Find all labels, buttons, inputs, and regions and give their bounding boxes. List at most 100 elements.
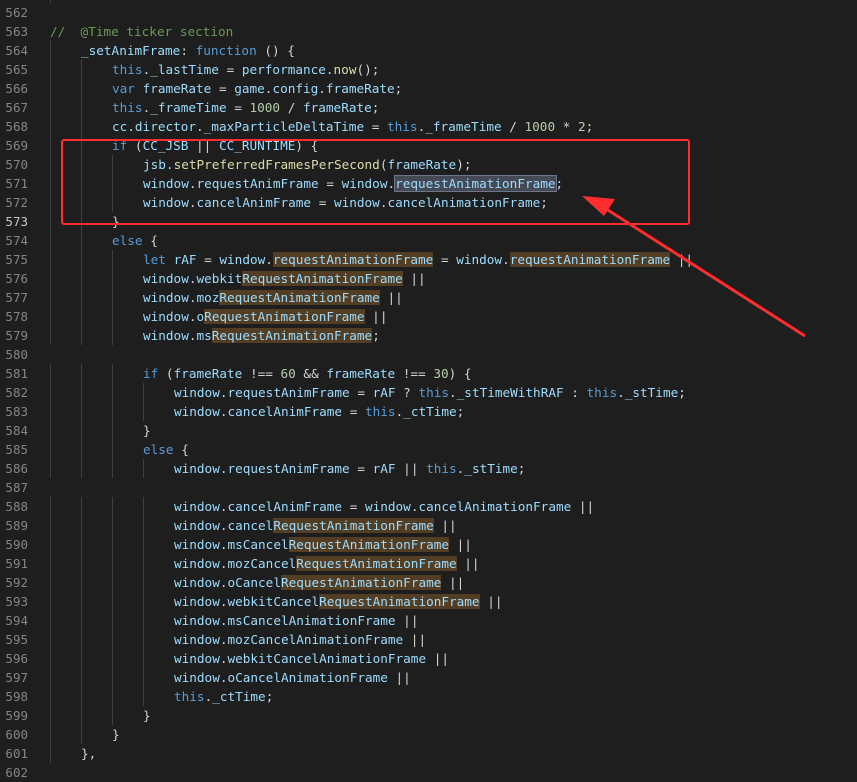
line-number: 578	[5, 309, 28, 324]
code-token: window	[174, 404, 220, 419]
line-number: 599	[5, 708, 28, 723]
code-token: window	[174, 461, 220, 476]
code-line[interactable]: 602	[0, 763, 857, 782]
code-line[interactable]: 590 window.msCancelRequestAnimationFrame …	[0, 535, 857, 554]
code-token: frameRate	[142, 81, 212, 96]
code-line[interactable]: 598 this._ctTime;	[0, 687, 857, 706]
code-token: rAF	[372, 461, 396, 476]
indent-guide	[50, 136, 51, 155]
code-token: 30	[433, 366, 449, 381]
code-line[interactable]: 600}	[0, 725, 857, 744]
code-line[interactable]: 601},	[0, 744, 857, 763]
code-token: !==	[395, 366, 434, 381]
indent-guide	[50, 535, 51, 554]
indent-guide	[50, 269, 51, 288]
code-token: window	[143, 328, 189, 343]
code-token: ||	[449, 537, 472, 552]
code-token: frameRate	[326, 366, 396, 381]
code-token: },	[81, 746, 97, 761]
code-line[interactable]: 578 window.oRequestAnimationFrame ||	[0, 307, 857, 326]
code-line[interactable]: 567 this._frameTime = 1000 / frameRate;	[0, 98, 857, 117]
code-line[interactable]: 580	[0, 345, 857, 364]
code-token: .	[196, 119, 204, 134]
code-token: this	[426, 461, 457, 476]
code-line[interactable]: 579 window.msRequestAnimationFrame;	[0, 326, 857, 345]
code-text: let rAF = window.requestAnimationFrame =…	[143, 250, 693, 269]
code-token: webkitCancel	[227, 594, 320, 609]
code-line[interactable]: 577 window.mozRequestAnimationFrame ||	[0, 288, 857, 307]
code-token: RequestAnimationFrame	[288, 537, 450, 552]
code-line[interactable]: 593 window.webkitCancelRequestAnimationFr…	[0, 592, 857, 611]
line-number: 595	[5, 632, 28, 647]
code-line[interactable]: 597 window.oCancelAnimationFrame ||	[0, 668, 857, 687]
line-number: 590	[5, 537, 28, 552]
code-line[interactable]: 581 if (frameRate !== 60 && frameRate !==…	[0, 364, 857, 383]
code-token: !==	[242, 366, 281, 381]
code-line[interactable]: 575 let rAF = window.requestAnimationFram…	[0, 250, 857, 269]
code-token: ||	[402, 271, 426, 286]
code-line[interactable]: 586 window.requestAnimFrame = rAF || this…	[0, 459, 857, 478]
indent-guide	[50, 421, 51, 440]
code-token: frameRate	[325, 81, 395, 96]
code-token: RequestAnimationFrame	[273, 518, 434, 533]
line-number: 575	[5, 252, 28, 267]
code-line[interactable]: 568 cc.director._maxParticleDeltaTime = t…	[0, 117, 857, 136]
code-token: _lastTime	[150, 62, 219, 77]
indent-guide	[81, 535, 82, 554]
code-line[interactable]: 576 window.webkitRequestAnimationFrame ||	[0, 269, 857, 288]
code-line[interactable]: 566 var frameRate = game.config.frameRate…	[0, 79, 857, 98]
code-text: this._ctTime;	[174, 687, 273, 706]
code-line[interactable]: 583 window.cancelAnimFrame = this._ctTime…	[0, 402, 857, 421]
code-line[interactable]: 595 window.mozCancelAnimationFrame ||	[0, 630, 857, 649]
code-token: ;	[371, 100, 380, 115]
indent-guide	[112, 459, 113, 478]
code-line[interactable]: 565 this._lastTime = performance.now();	[0, 60, 857, 79]
code-line[interactable]: 591 window.mozCancelRequestAnimationFrame…	[0, 554, 857, 573]
code-token: cancelAnimFrame	[227, 404, 343, 419]
indent-guide	[81, 421, 82, 440]
code-token: cancel	[227, 518, 274, 533]
indent-guide	[50, 60, 51, 79]
line-number: 594	[5, 613, 28, 628]
code-line[interactable]: 596 window.webkitCancelAnimationFrame ||	[0, 649, 857, 668]
code-line[interactable]: 594 window.msCancelAnimationFrame ||	[0, 611, 857, 630]
indent-guide	[50, 155, 51, 174]
code-line[interactable]: 584}	[0, 421, 857, 440]
code-token: RequestAnimationFrame	[204, 309, 365, 324]
indent-guide	[81, 288, 82, 307]
indent-guide	[143, 573, 144, 592]
line-number: 596	[5, 651, 28, 666]
code-token: _frameTime	[425, 119, 502, 134]
indent-guide	[143, 554, 144, 573]
code-editor[interactable]: 561//@Private Methods562563// @Time tick…	[0, 0, 857, 782]
indent-guide	[50, 383, 51, 402]
indent-guide	[81, 459, 82, 478]
code-token: oCancel	[227, 575, 281, 590]
code-line[interactable]: 562	[0, 3, 857, 22]
indent-guide	[143, 592, 144, 611]
indent-guide	[50, 326, 51, 345]
line-number: 586	[5, 461, 28, 476]
code-line[interactable]: 592 window.oCancelRequestAnimationFrame |…	[0, 573, 857, 592]
indent-guide	[81, 402, 82, 421]
code-token: .	[318, 81, 326, 96]
code-token: window	[456, 252, 503, 267]
code-line[interactable]: 582 window. requestAnimFrame = rAF ? this.…	[0, 383, 857, 402]
indent-guide	[143, 497, 144, 516]
code-line[interactable]: 563 // @Time ticker section	[0, 22, 857, 41]
code-line[interactable]: 585 else {	[0, 440, 857, 459]
code-line[interactable]: 564 _setAnimFrame: function () {	[0, 41, 857, 60]
code-line[interactable]: 574 else {	[0, 231, 857, 250]
code-token: if	[143, 366, 159, 381]
code-token: rAF	[372, 385, 396, 400]
indent-guide	[50, 516, 51, 535]
indent-guide	[112, 421, 113, 440]
code-line[interactable]: 599}	[0, 706, 857, 725]
code-text: window.mozCancelAnimationFrame ||	[174, 630, 426, 649]
code-token: /	[501, 119, 525, 134]
code-line[interactable]: 588 window.cancelAnimFrame = window.cance…	[0, 497, 857, 516]
code-token: ;	[372, 328, 380, 343]
code-line[interactable]: 587	[0, 478, 857, 497]
code-line[interactable]: 589 window.cancelRequestAnimationFrame ||	[0, 516, 857, 535]
